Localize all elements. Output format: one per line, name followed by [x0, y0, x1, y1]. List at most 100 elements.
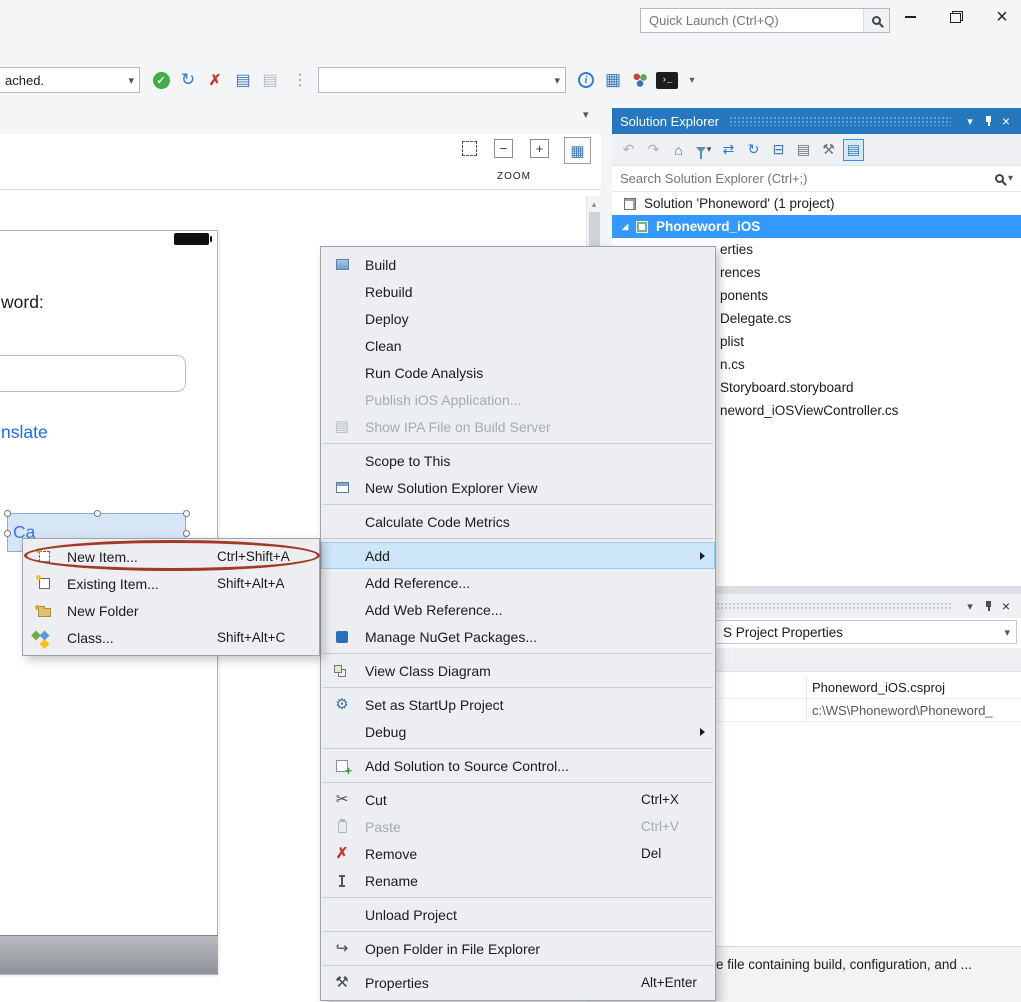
code-view-icon: ▤	[847, 141, 860, 158]
menu-item-run-code-analysis[interactable]: Run Code Analysis	[321, 359, 715, 386]
close-icon: ×	[1002, 113, 1010, 129]
home-button[interactable]: ⌂	[668, 139, 689, 161]
toolbar-grip[interactable]: ⋮	[288, 67, 312, 93]
battery-icon	[174, 233, 209, 245]
new-folder-icon	[38, 608, 51, 617]
selection-handle[interactable]	[183, 510, 190, 517]
preview-code-button[interactable]: ▤	[843, 139, 864, 161]
phone-number-field[interactable]	[0, 355, 186, 392]
zoom-in-button[interactable]: +	[530, 139, 549, 158]
menu-item-rename[interactable]: Rename	[321, 867, 715, 894]
show-all-files-button[interactable]: ▤	[793, 139, 814, 161]
toolbar-combobox[interactable]: ▾	[318, 67, 566, 93]
search-icon[interactable]	[995, 174, 1004, 183]
selection-handle[interactable]	[4, 530, 11, 537]
refresh-icon: ↻	[748, 141, 760, 158]
panel-menu-button[interactable]: ▾	[961, 112, 979, 130]
properties-tool-button[interactable]: ⚒	[818, 139, 839, 161]
info-icon: i	[578, 72, 594, 88]
menu-item-add-to-source-control[interactable]: Add Solution to Source Control...	[321, 752, 715, 779]
solution-search-input[interactable]	[612, 171, 995, 186]
console-dropdown[interactable]: ▾	[680, 67, 704, 93]
menu-item-add-reference[interactable]: Add Reference...	[321, 569, 715, 596]
menu-item-new-solution-explorer-view[interactable]: New Solution Explorer View	[321, 474, 715, 501]
console-button[interactable]: ›_	[655, 67, 679, 93]
forward-button[interactable]: ↷	[643, 139, 664, 161]
chevron-down-icon[interactable]: ▾	[1008, 173, 1013, 184]
menu-item-properties[interactable]: ⚒PropertiesAlt+Enter	[321, 969, 715, 996]
panel-menu-button[interactable]: ▾	[961, 597, 979, 615]
solution-explorer-titlebar[interactable]: Solution Explorer ▾ ×	[612, 108, 1021, 134]
menu-item-scope-to-this[interactable]: Scope to This	[321, 447, 715, 474]
menu-item-remove[interactable]: ✗RemoveDel	[321, 840, 715, 867]
minimize-button[interactable]	[899, 6, 921, 28]
restore-button[interactable]	[945, 6, 967, 28]
menu-item-open-folder[interactable]: ↪Open Folder in File Explorer	[321, 935, 715, 962]
panel-close-button[interactable]: ×	[997, 597, 1015, 615]
menu-item-clean[interactable]: Clean	[321, 332, 715, 359]
selection-handle[interactable]	[94, 510, 101, 517]
menu-item-set-as-startup[interactable]: ⚙Set as StartUp Project	[321, 691, 715, 718]
stop-button[interactable]: ✗	[203, 67, 227, 93]
source-control-icon	[336, 760, 348, 772]
scope-filter-button[interactable]: ▾	[693, 139, 714, 161]
menu-item-deploy[interactable]: Deploy	[321, 305, 715, 332]
translate-button[interactable]: nslate	[1, 422, 48, 443]
document-disabled-icon: ▤	[262, 70, 277, 90]
selection-handle[interactable]	[183, 530, 190, 537]
fit-to-screen-icon[interactable]	[462, 141, 477, 156]
scroll-up-icon[interactable]: ▴	[587, 196, 601, 210]
check-icon: ✓	[153, 72, 170, 89]
menu-item-rebuild[interactable]: Rebuild	[321, 278, 715, 305]
selection-handle[interactable]	[4, 510, 11, 517]
quick-launch-box[interactable]	[640, 8, 890, 33]
zoom-out-button[interactable]: −	[494, 139, 513, 158]
submenu-item-class[interactable]: Class...Shift+Alt+C	[23, 624, 319, 651]
menu-item-unload-project[interactable]: Unload Project	[321, 901, 715, 928]
table-grid-icon: ▦	[605, 70, 621, 90]
theme-colors-button[interactable]	[628, 67, 652, 93]
class-icon	[39, 631, 49, 641]
overflow-chevron-icon[interactable]: ▾	[583, 108, 589, 121]
menu-item-calculate-code-metrics[interactable]: Calculate Code Metrics	[321, 508, 715, 535]
panel-title: Solution Explorer	[620, 114, 719, 129]
menu-item-add-web-reference[interactable]: Add Web Reference...	[321, 596, 715, 623]
status-check-button[interactable]: ✓	[149, 67, 173, 93]
panel-close-button[interactable]: ×	[997, 112, 1015, 130]
expanded-arrow-icon[interactable]: ◢	[622, 222, 636, 231]
menu-separator	[323, 965, 713, 966]
table-view-button[interactable]: ▦	[601, 67, 625, 93]
submenu-item-existing-item[interactable]: Existing Item...Shift+Alt+A	[23, 570, 319, 597]
refresh-button[interactable]: ↻	[176, 67, 200, 93]
grip-icon: ⋮	[292, 70, 308, 90]
menu-item-cut[interactable]: ✂CutCtrl+X	[321, 786, 715, 813]
tree-row-solution[interactable]: Solution 'Phoneword' (1 project)	[612, 192, 1021, 215]
filter-icon	[696, 147, 706, 153]
menu-item-add[interactable]: Add	[321, 542, 715, 569]
grid-toggle-button[interactable]: ▦	[564, 137, 591, 164]
collapse-all-button[interactable]: ⊟	[768, 139, 789, 161]
submenu-item-new-folder[interactable]: New Folder	[23, 597, 319, 624]
solution-search-box[interactable]: ▾	[612, 166, 1021, 192]
existing-item-icon	[39, 578, 50, 589]
menu-item-manage-nuget[interactable]: Manage NuGet Packages...	[321, 623, 715, 650]
sync-with-active-button[interactable]: ⇄	[718, 139, 739, 161]
wrench-icon: ⚒	[822, 141, 835, 158]
info-button[interactable]: i	[574, 67, 598, 93]
document-tool-button[interactable]: ▤	[231, 67, 255, 93]
close-button[interactable]: ×	[991, 6, 1013, 28]
pin-button[interactable]	[979, 112, 997, 130]
menu-item-debug[interactable]: Debug	[321, 718, 715, 745]
pin-button[interactable]	[979, 597, 997, 615]
back-button[interactable]: ↶	[618, 139, 639, 161]
refresh-button[interactable]: ↻	[743, 139, 764, 161]
menu-item-view-class-diagram[interactable]: View Class Diagram	[321, 657, 715, 684]
search-icon[interactable]	[863, 9, 889, 32]
debug-target-dropdown[interactable]: ached. ▾	[0, 67, 140, 93]
chevron-down-icon: ▾	[1004, 626, 1016, 639]
refresh-icon: ↻	[181, 70, 195, 90]
quick-launch-input[interactable]	[641, 9, 863, 32]
plus-icon: +	[536, 141, 544, 156]
menu-item-build[interactable]: Build	[321, 251, 715, 278]
tree-row-project-selected[interactable]: ◢ Phoneword_iOS	[612, 215, 1021, 238]
